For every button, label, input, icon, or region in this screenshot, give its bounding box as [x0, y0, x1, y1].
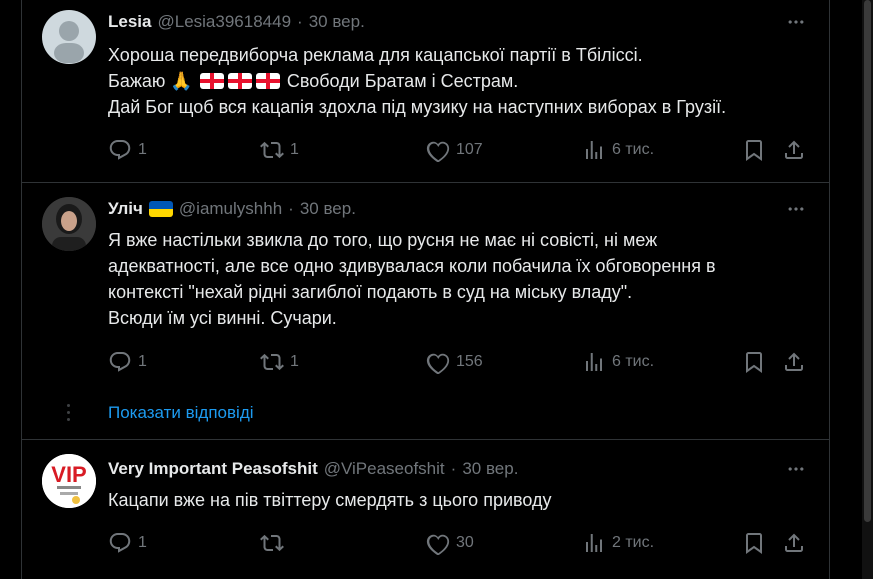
avatar-default-icon[interactable] — [42, 10, 96, 64]
display-name[interactable]: Уліч — [108, 199, 143, 219]
tweet-header: Very Important Peasofshit @ViPeaseofshit… — [108, 458, 518, 480]
separator: · — [288, 199, 294, 218]
reply-icon — [108, 531, 132, 555]
views-button[interactable]: 2 тис. — [582, 531, 654, 555]
views-icon — [582, 350, 606, 374]
display-name[interactable]: Very Important Peasofshit — [108, 459, 318, 479]
tweet-line: Хороша передвиборча реклама для кацапськ… — [108, 45, 643, 65]
heart-icon — [426, 138, 450, 162]
view-count: 6 тис. — [612, 353, 655, 370]
more-options-icon[interactable] — [782, 198, 810, 220]
share-icon — [782, 350, 806, 374]
repost-icon — [260, 350, 284, 374]
bookmark-icon — [742, 531, 766, 555]
bookmark-icon — [742, 350, 766, 374]
georgia-flag-icon — [199, 73, 224, 89]
views-button[interactable]: 6 тис. — [582, 138, 654, 162]
avatar-photo[interactable] — [42, 197, 96, 251]
share-button[interactable] — [782, 138, 806, 162]
tweet-line: Кацапи вже на пів твіттеру смердять з ць… — [108, 490, 552, 510]
more-options-icon[interactable] — [782, 11, 810, 33]
like-button[interactable]: 30 — [426, 531, 474, 555]
timestamp[interactable]: 30 вер. — [300, 199, 356, 219]
more-options-icon[interactable] — [782, 458, 810, 480]
tweet-actions: 1 1 107 6 тис. — [108, 138, 808, 162]
reply-icon — [108, 138, 132, 162]
bookmark-icon — [742, 138, 766, 162]
heart-icon — [426, 350, 450, 374]
repost-button[interactable]: 1 — [260, 350, 299, 374]
view-count: 2 тис. — [612, 534, 655, 551]
bookmark-button[interactable] — [742, 531, 766, 555]
thread-dots — [67, 404, 70, 425]
tweet-text: Я вже настільки звикла до того, що русня… — [108, 227, 808, 331]
view-count: 6 тис. — [612, 141, 655, 158]
views-icon — [582, 138, 606, 162]
bookmark-button[interactable] — [742, 350, 766, 374]
tweet-text: Кацапи вже на пів твіттеру смердять з ць… — [108, 487, 808, 513]
tweet-text: Хороша передвиборча реклама для кацапськ… — [108, 42, 808, 120]
georgia-flag-icon — [255, 73, 280, 89]
ukraine-flag-icon — [148, 201, 173, 217]
reply-button[interactable]: 1 — [108, 350, 147, 374]
like-count: 30 — [456, 534, 474, 551]
share-icon — [782, 138, 806, 162]
views-button[interactable]: 6 тис. — [582, 350, 654, 374]
timeline-feed: Lesia @Lesia39618449 · 30 вер. Хороша пе… — [22, 0, 830, 579]
repost-icon — [260, 531, 284, 555]
scrollbar-thumb[interactable] — [864, 0, 871, 522]
heart-icon — [426, 531, 450, 555]
avatar-logo-text: VIP — [51, 462, 86, 487]
divider — [22, 182, 830, 183]
tweet-line: Дай Бог щоб вся кацапія здохла під музик… — [108, 97, 727, 117]
timestamp[interactable]: 30 вер. — [462, 459, 518, 479]
separator: · — [297, 12, 303, 31]
tweet-header: Lesia @Lesia39618449 · 30 вер. — [108, 11, 365, 33]
repost-icon — [260, 138, 284, 162]
show-replies-link[interactable]: Показати відповіді — [108, 403, 254, 423]
georgia-flag-icon — [227, 73, 252, 89]
share-button[interactable] — [782, 350, 806, 374]
tweet-actions: 1 1 156 6 тис. — [108, 350, 808, 374]
views-icon — [582, 531, 606, 555]
user-handle[interactable]: @ViPeaseofshit — [324, 459, 445, 479]
tweet-line: Бажаю 🙏 Свободи Братам і Сестрам. — [108, 68, 808, 94]
like-button[interactable]: 107 — [426, 138, 483, 162]
tweet-line-prefix: Бажаю — [108, 71, 166, 91]
like-count: 156 — [456, 353, 483, 370]
tweet-header: Уліч @iamulyshhh · 30 вер. — [108, 198, 356, 220]
divider — [22, 439, 830, 440]
reply-count: 1 — [138, 353, 147, 370]
reply-button[interactable]: 1 — [108, 138, 147, 162]
bookmark-button[interactable] — [742, 138, 766, 162]
repost-count: 1 — [290, 141, 299, 158]
display-name[interactable]: Lesia — [108, 12, 151, 32]
repost-button[interactable]: 1 — [260, 138, 299, 162]
timestamp[interactable]: 30 вер. — [309, 12, 365, 32]
tweet-line: контексті "нехай рідні загиблої подають … — [108, 282, 633, 302]
user-handle[interactable]: @Lesia39618449 — [157, 12, 291, 32]
repost-count: 1 — [290, 353, 299, 370]
share-icon — [782, 531, 806, 555]
tweet-line: Я вже настільки звикла до того, що русня… — [108, 230, 658, 250]
reply-button[interactable]: 1 — [108, 531, 147, 555]
avatar-vip-logo[interactable]: VIP — [42, 454, 96, 508]
tweet-actions: 1 30 2 тис. — [108, 531, 808, 555]
separator: · — [450, 459, 457, 478]
like-count: 107 — [456, 141, 483, 158]
praying-hands-emoji: 🙏 — [170, 71, 193, 91]
share-button[interactable] — [782, 531, 806, 555]
reply-count: 1 — [138, 141, 147, 158]
tweet-line: адекватності, але все одно здивувалася к… — [108, 256, 716, 276]
repost-button[interactable] — [260, 531, 290, 555]
reply-icon — [108, 350, 132, 374]
like-button[interactable]: 156 — [426, 350, 483, 374]
tweet-line: Всюди їм усі винні. Сучари. — [108, 308, 337, 328]
reply-count: 1 — [138, 534, 147, 551]
tweet-line-suffix: Свободи Братам і Сестрам. — [286, 71, 519, 91]
user-handle[interactable]: @iamulyshhh — [179, 199, 282, 219]
